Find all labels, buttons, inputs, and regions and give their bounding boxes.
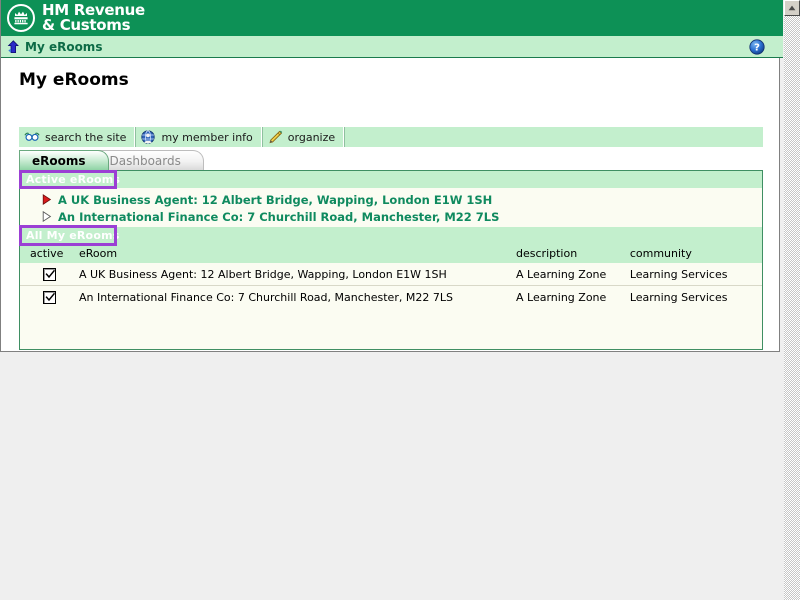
column-header-description[interactable]: description xyxy=(516,244,630,263)
row-description-cell: A Learning Zone xyxy=(516,286,630,309)
row-active-cell xyxy=(20,286,79,309)
toolbar-item-label: search the site xyxy=(45,131,126,144)
masthead-title: HM Revenue& Customs xyxy=(42,3,145,34)
column-header-eroom[interactable]: eRoom xyxy=(79,244,516,263)
table-row: A UK Business Agent: 12 Albert Bridge, W… xyxy=(20,263,762,286)
browser-chrome-bottom xyxy=(0,352,784,600)
my-member-info-button[interactable]: my member info xyxy=(135,127,261,147)
crown-badge-icon xyxy=(7,4,35,32)
binoculars-icon xyxy=(24,130,40,144)
page-window: HM Revenue& Customs My eRooms xyxy=(0,0,780,352)
row-description-cell: A Learning Zone xyxy=(516,263,630,286)
tab-label: eRooms xyxy=(32,154,86,168)
page-body: My eRooms search the site xyxy=(1,58,779,351)
active-erooms-heading: Active eRooms xyxy=(20,173,120,186)
svg-text:?: ? xyxy=(754,42,760,53)
row-active-cell xyxy=(20,263,79,286)
row-community-cell: Learning Services xyxy=(630,286,762,309)
checkmark-icon xyxy=(45,269,56,280)
tab-dashboards[interactable]: Dashboards xyxy=(97,150,204,170)
active-eroom-item[interactable]: A UK Business Agent: 12 Albert Bridge, W… xyxy=(42,191,762,208)
erooms-table: active eRoom description community xyxy=(20,244,762,308)
triangle-filled-red-icon xyxy=(42,194,52,205)
active-erooms-section-header: Active eRooms xyxy=(20,171,762,188)
tab-label: Dashboards xyxy=(110,154,181,168)
all-my-erooms-section-header: All My eRooms xyxy=(20,227,762,244)
column-header-community[interactable]: community xyxy=(630,244,762,263)
row-eroom-cell[interactable]: An International Finance Co: 7 Churchill… xyxy=(79,286,516,309)
hmrc-masthead: HM Revenue& Customs xyxy=(1,0,783,36)
active-eroom-link: A UK Business Agent: 12 Albert Bridge, W… xyxy=(58,193,492,207)
scroll-up-arrow-icon xyxy=(788,5,796,11)
row-eroom-cell[interactable]: A UK Business Agent: 12 Albert Bridge, W… xyxy=(79,263,516,286)
breadcrumb-bar: My eRooms ? xyxy=(1,36,783,58)
active-checkbox[interactable] xyxy=(43,268,56,281)
table-row: An International Finance Co: 7 Churchill… xyxy=(20,286,762,309)
breadcrumb[interactable]: My eRooms xyxy=(1,40,749,54)
page-title: My eRooms xyxy=(19,70,779,90)
active-checkbox[interactable] xyxy=(43,291,56,304)
erooms-content-panel: Active eRooms A UK Business Agent: 12 Al… xyxy=(19,170,763,350)
active-eroom-item[interactable]: An International Finance Co: 7 Churchill… xyxy=(42,208,762,225)
tab-strip: Dashboards eRooms xyxy=(19,148,763,170)
tab-erooms[interactable]: eRooms xyxy=(19,150,109,170)
organize-button[interactable]: organize xyxy=(262,127,344,147)
column-header-active[interactable]: active xyxy=(20,244,79,263)
up-arrow-icon xyxy=(7,40,20,54)
browser-viewport: HM Revenue& Customs My eRooms xyxy=(0,0,784,600)
table-header-row: active eRoom description community xyxy=(20,244,762,263)
scroll-up-button[interactable] xyxy=(784,0,800,16)
member-globe-icon xyxy=(140,130,156,144)
action-toolbar: search the site my member info xyxy=(19,127,763,147)
breadcrumb-label: My eRooms xyxy=(25,40,102,54)
active-eroom-link: An International Finance Co: 7 Churchill… xyxy=(58,210,499,224)
masthead-line-2: & Customs xyxy=(42,16,130,34)
active-erooms-list: A UK Business Agent: 12 Albert Bridge, W… xyxy=(20,188,762,227)
vertical-scrollbar[interactable] xyxy=(784,0,800,600)
triangle-hollow-icon xyxy=(42,211,52,222)
all-my-erooms-heading: All My eRooms xyxy=(20,229,119,242)
row-community-cell: Learning Services xyxy=(630,263,762,286)
search-the-site-button[interactable]: search the site xyxy=(19,127,135,147)
toolbar-item-label: my member info xyxy=(161,131,252,144)
pencil-icon xyxy=(267,130,283,144)
help-question-icon[interactable]: ? xyxy=(749,39,765,55)
checkmark-icon xyxy=(45,292,56,303)
toolbar-filler xyxy=(344,127,763,147)
toolbar-item-label: organize xyxy=(288,131,335,144)
